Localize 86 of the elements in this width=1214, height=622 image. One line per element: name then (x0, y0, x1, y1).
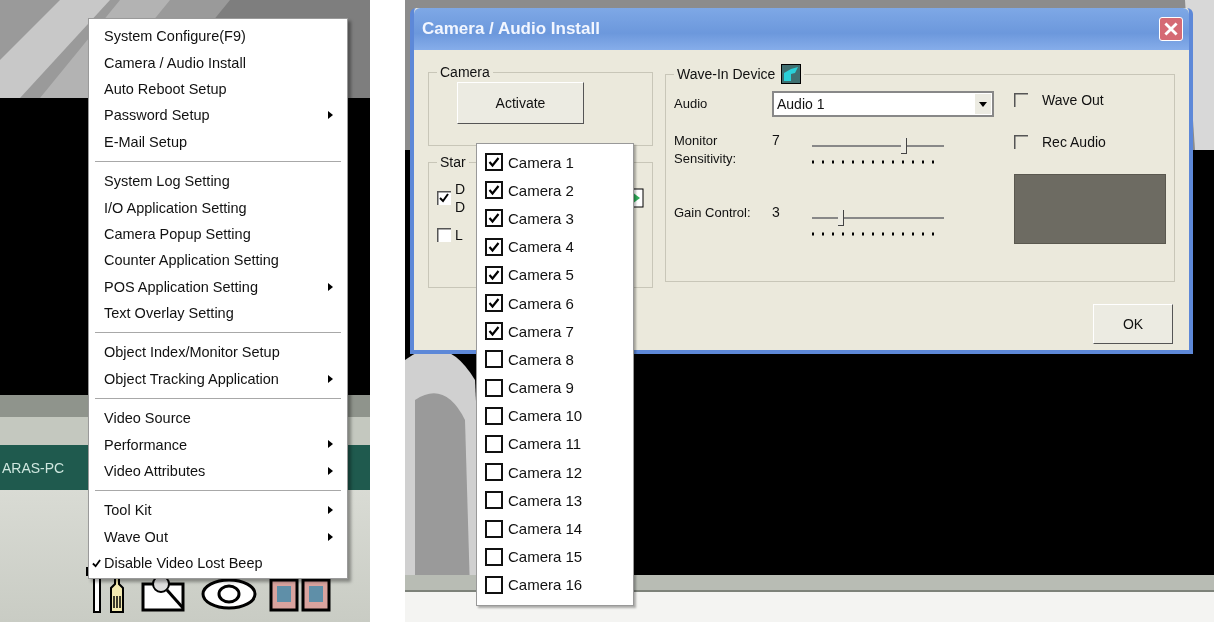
camera-item[interactable]: Camera 7 (477, 317, 633, 346)
camera-item[interactable]: Camera 5 (477, 260, 633, 289)
host-label: ARAS-PC (1, 459, 65, 476)
menu-item[interactable]: Performance (89, 431, 347, 458)
submenu-arrow-icon (328, 374, 333, 383)
checkbox[interactable] (485, 378, 503, 397)
slider-label: Gain Control: (674, 204, 752, 222)
checkbox[interactable] (485, 322, 503, 341)
menu-item[interactable]: Counter Application Setting (89, 247, 347, 274)
camera-item[interactable]: Camera 9 (477, 373, 633, 402)
checkbox[interactable] (1014, 93, 1028, 107)
option-label: D (455, 180, 466, 198)
camera-item[interactable]: Camera 15 (477, 542, 633, 571)
checkbox-label: Rec Audio (1042, 134, 1106, 150)
camera-item[interactable]: Camera 6 (477, 288, 633, 318)
checkbox[interactable] (485, 209, 503, 228)
menu-item[interactable]: Wave Out (89, 523, 347, 551)
camera-item[interactable]: Camera 16 (477, 570, 633, 599)
camera-item[interactable]: Camera 8 (477, 345, 633, 374)
window-title: Camera / Audio Install (422, 19, 600, 39)
submenu-arrow-icon (328, 532, 333, 541)
checkbox[interactable] (485, 153, 503, 172)
submenu-arrow-icon (328, 466, 333, 475)
slider-value: 3 (772, 204, 781, 220)
submenu-arrow-icon (328, 506, 333, 515)
menu-item[interactable]: System Configure(F9) (89, 23, 347, 50)
camera-item[interactable]: Camera 10 (477, 401, 633, 430)
camera-item[interactable]: Camera 12 (477, 458, 633, 487)
slider-thumb[interactable] (901, 138, 908, 154)
menu-item[interactable]: Camera / Audio Install (89, 49, 347, 76)
dropdown-arrow-icon (979, 101, 987, 107)
menu-item[interactable]: Video Attributes (89, 457, 347, 485)
audio-select[interactable]: Audio 1 (772, 91, 994, 117)
slider-value: 7 (772, 132, 781, 148)
camera-item[interactable]: Camera 2 (477, 176, 633, 205)
slider-label: Monitor Sensitivity: (674, 132, 738, 168)
checkbox[interactable] (485, 237, 503, 256)
checkbox[interactable] (485, 519, 503, 538)
menu-item[interactable]: Tool Kit (89, 497, 347, 524)
checkbox[interactable] (1014, 135, 1028, 149)
camera-item[interactable]: Camera 14 (477, 514, 633, 543)
group-title: Wave-In Device (677, 66, 776, 82)
checkbox[interactable] (485, 434, 503, 453)
camera-item[interactable]: Camera 3 (477, 204, 633, 233)
checkbox[interactable] (485, 350, 503, 369)
group-title: Camera (439, 64, 491, 80)
ok-button[interactable]: OK (1093, 304, 1173, 344)
option-label: D (455, 198, 466, 216)
checkbox[interactable] (485, 265, 503, 284)
checkbox-label: Wave Out (1042, 92, 1104, 108)
menu-item[interactable]: Text Overlay Setting (89, 299, 347, 327)
menu-item[interactable]: I/O Application Setting (89, 194, 347, 221)
menu-item[interactable]: Auto Reboot Setup (89, 75, 347, 103)
camera-item[interactable]: Camera 11 (477, 429, 633, 459)
checkbox[interactable] (485, 463, 503, 482)
checkbox[interactable] (485, 294, 503, 313)
close-button[interactable] (1159, 17, 1183, 41)
menu-item[interactable]: POS Application Setting (89, 273, 347, 300)
audio-label: Audio (674, 95, 709, 113)
camera-item[interactable]: Camera 13 (477, 486, 633, 515)
menu-item[interactable]: Camera Popup Setting (89, 220, 347, 248)
checkbox[interactable] (485, 491, 503, 510)
menu-item[interactable]: Password Setup (89, 102, 347, 129)
checkbox[interactable] (485, 575, 503, 594)
checkbox[interactable] (437, 191, 451, 205)
checkbox[interactable] (485, 181, 503, 200)
option-label: L (455, 226, 463, 244)
checkbox[interactable] (485, 406, 503, 425)
menu-item[interactable]: E-Mail Setup (89, 128, 347, 155)
slider-thumb[interactable] (838, 210, 845, 226)
menu-item[interactable]: Disable Video Lost Beep (89, 550, 347, 577)
submenu-arrow-icon (328, 282, 333, 291)
menu-item[interactable]: System Log Setting (89, 167, 347, 195)
menu-item[interactable]: Object Tracking Application (89, 365, 347, 393)
group-title: Star (439, 154, 467, 170)
camera-item[interactable]: Camera 4 (477, 232, 633, 261)
submenu-arrow-icon (328, 440, 333, 449)
camera-item[interactable]: Camera 1 (477, 148, 633, 177)
menu-item[interactable]: Video Source (89, 405, 347, 432)
activate-button[interactable]: Activate (457, 82, 584, 124)
pointer-icon[interactable] (781, 64, 802, 84)
close-icon (1164, 22, 1178, 36)
menu-item[interactable]: Object Index/Monitor Setup (89, 339, 347, 366)
checkbox[interactable] (437, 228, 451, 242)
checkbox[interactable] (485, 547, 503, 566)
submenu-arrow-icon (328, 111, 333, 120)
